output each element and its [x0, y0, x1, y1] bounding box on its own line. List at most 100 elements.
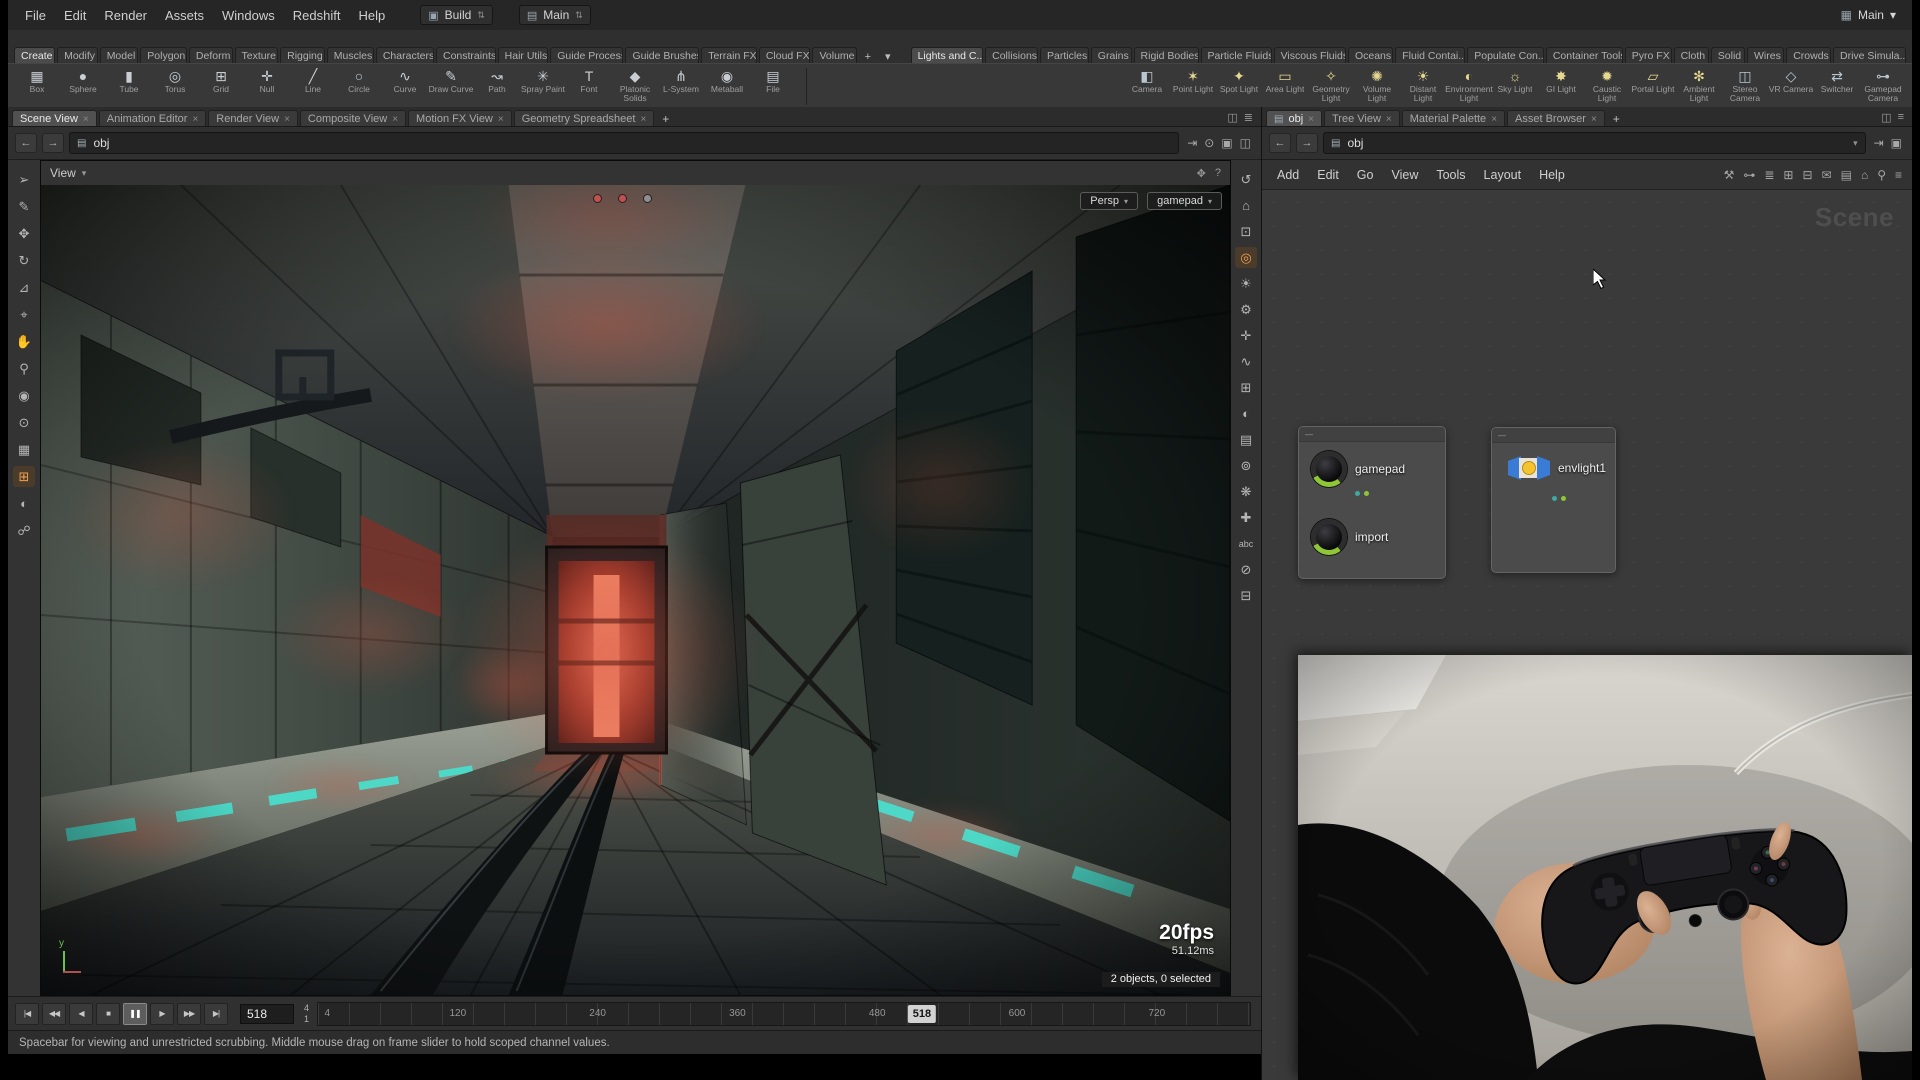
display-option-icon[interactable]: ⚙ — [1235, 299, 1257, 320]
display-option-icon[interactable]: ✚ — [1235, 507, 1257, 528]
shelf-tool[interactable]: ● Sphere — [60, 66, 106, 107]
tool-icon[interactable]: ⌖ — [13, 304, 35, 325]
shelf-tool[interactable]: ◇ VR Camera — [1768, 66, 1814, 107]
playback-button[interactable]: ◀ — [69, 1003, 93, 1025]
shelf-tool[interactable]: ↝ Path — [474, 66, 520, 107]
pane-tab[interactable]: Render View × — [208, 110, 298, 126]
shelf-tool[interactable]: ⋔ L-System — [658, 66, 704, 107]
pane-tab[interactable]: Motion FX View × — [408, 110, 512, 126]
node-envlight[interactable]: envlight1 — [1508, 456, 1606, 480]
shelf-tab[interactable]: Constraints — [436, 47, 496, 63]
pane-tab[interactable]: Composite View × — [300, 110, 406, 126]
render-flag-icon[interactable] — [593, 194, 602, 203]
shelf-tool[interactable]: ✎ Draw Curve — [428, 66, 474, 107]
tool-icon[interactable]: ☍ — [13, 520, 35, 541]
display-option-icon[interactable]: ✛ — [1235, 325, 1257, 346]
display-option-icon[interactable]: ❋ — [1235, 481, 1257, 502]
display-option-icon[interactable]: ⊞ — [1235, 377, 1257, 398]
network-toolbar-icon[interactable]: ▤ — [1841, 168, 1852, 182]
shelf-tab[interactable]: Oceans — [1348, 47, 1393, 63]
shelf-tab[interactable]: Particle Fluids — [1201, 47, 1272, 63]
shelf-tab[interactable]: Container Tools — [1546, 47, 1623, 63]
menu-item[interactable]: Help — [349, 5, 394, 26]
menu-item[interactable]: Windows — [213, 5, 284, 26]
network-box[interactable]: — gamepad import — [1298, 426, 1446, 579]
back-button[interactable]: ← — [15, 133, 37, 153]
close-icon[interactable]: × — [640, 114, 646, 125]
stepper-icon[interactable]: ⇅ — [477, 10, 485, 21]
network-toolbar-icon[interactable]: ⚲ — [1877, 168, 1886, 182]
shelf-tool[interactable]: ✦ Spot Light — [1216, 66, 1262, 107]
pane-tab[interactable]: Scene View × — [12, 110, 97, 126]
playback-button[interactable]: ▶▶ — [177, 1003, 201, 1025]
display-option-icon[interactable]: ☀ — [1235, 273, 1257, 294]
shelf-tool[interactable]: ◫ Stereo Camera — [1722, 66, 1768, 107]
menu-item[interactable]: File — [16, 5, 55, 26]
shelf-tab[interactable]: Characters — [376, 47, 434, 63]
shelf-tab[interactable]: Guide Process — [550, 47, 623, 63]
playback-range[interactable]: 4 1 — [304, 1003, 309, 1025]
tool-icon[interactable]: ◉ — [13, 385, 35, 406]
tool-icon[interactable]: ✥ — [13, 223, 35, 244]
shelf-tool[interactable]: ◎ Torus — [152, 66, 198, 107]
current-frame-field[interactable] — [240, 1004, 294, 1024]
chevron-down-icon[interactable]: ▾ — [82, 168, 87, 179]
shelf-tool[interactable]: ⊞ Grid — [198, 66, 244, 107]
shelf-tool[interactable]: ◐ Environment Light — [1446, 66, 1492, 107]
display-option-icon[interactable]: ▤ — [1235, 429, 1257, 450]
playback-button[interactable]: ▶ — [150, 1003, 174, 1025]
network-menu-item[interactable]: Layout — [1475, 164, 1531, 186]
network-menu-item[interactable]: Tools — [1427, 164, 1474, 186]
network-toolbar-icon[interactable]: ≣ — [1764, 168, 1774, 182]
shelf-tab[interactable]: Pyro FX — [1625, 47, 1672, 63]
menu-item[interactable]: Render — [95, 5, 156, 26]
shelf-tool[interactable]: ○ Circle — [336, 66, 382, 107]
shelf-tool[interactable]: ✧ Geometry Light — [1308, 66, 1354, 107]
shelf-tool[interactable]: ✛ Null — [244, 66, 290, 107]
display-option-icon[interactable]: ◐ — [1235, 403, 1257, 424]
pane-control-icon[interactable]: ◫ — [1227, 111, 1237, 124]
node-flags[interactable] — [1552, 496, 1566, 501]
network-toolbar-icon[interactable]: ⊶ — [1743, 168, 1755, 182]
close-icon[interactable]: × — [1491, 114, 1497, 125]
display-option-icon[interactable]: ◎ — [1235, 247, 1257, 268]
shelf-tab[interactable]: Collisions — [985, 47, 1038, 63]
netbox-header[interactable]: — — [1492, 428, 1615, 443]
tool-icon[interactable]: ✎ — [13, 196, 35, 217]
shelf-tool[interactable]: ✹ Caustic Light — [1584, 66, 1630, 107]
pane-tab[interactable]: Geometry Spreadsheet × — [514, 110, 655, 126]
display-option-icon[interactable]: abc — [1235, 533, 1257, 554]
new-tab-button[interactable]: + — [656, 112, 675, 126]
shelf-tab[interactable]: Rigid Bodies — [1134, 47, 1199, 63]
forward-button[interactable]: → — [1296, 133, 1318, 153]
shelf-tab[interactable]: Solid — [1711, 47, 1745, 63]
menu-item[interactable]: Edit — [55, 5, 95, 26]
shelf-tab[interactable]: Polygon — [140, 47, 187, 63]
playback-button[interactable]: ■ — [96, 1003, 120, 1025]
shelf-tab[interactable]: Drive Simula... — [1833, 47, 1906, 63]
tool-icon[interactable]: ⊙ — [13, 412, 35, 433]
node-gamepad[interactable]: gamepad — [1311, 451, 1405, 487]
shelf-tab[interactable]: Lights and C... — [911, 47, 984, 63]
pane-tab[interactable]: Tree View × — [1324, 110, 1400, 126]
shelf-tab[interactable]: Rigging — [280, 47, 325, 63]
shelf-tab[interactable]: Texture — [235, 47, 279, 63]
stepper-icon[interactable]: ⇅ — [575, 10, 583, 21]
pane-tab[interactable]: Animation Editor × — [99, 110, 207, 126]
display-option-icon[interactable]: ⌂ — [1235, 195, 1257, 216]
display-flag-icon[interactable] — [643, 194, 652, 203]
pathbar-icon[interactable]: ◫ — [1240, 136, 1251, 150]
shelf-tool[interactable]: ⇄ Switcher — [1814, 66, 1860, 107]
pane-tab[interactable]: ▤ obj × — [1266, 110, 1322, 126]
viewport-canvas[interactable]: Persp ▾ gamepad ▾ 20fps 51.12ms 2 object… — [41, 185, 1230, 995]
help-icon[interactable]: ? — [1215, 167, 1221, 180]
shelf-tab[interactable]: Grains — [1091, 47, 1132, 63]
shelf-tab[interactable]: Particles — [1040, 47, 1089, 63]
close-icon[interactable]: × — [498, 114, 504, 125]
shelf-tool[interactable]: ☀ Distant Light — [1400, 66, 1446, 107]
tool-icon[interactable]: ➢ — [13, 169, 35, 190]
node-import[interactable]: import — [1311, 519, 1388, 555]
display-option-icon[interactable]: ∿ — [1235, 351, 1257, 372]
pane-control-icon[interactable]: ≣ — [1244, 111, 1253, 124]
network-menu-item[interactable]: Edit — [1308, 164, 1348, 186]
